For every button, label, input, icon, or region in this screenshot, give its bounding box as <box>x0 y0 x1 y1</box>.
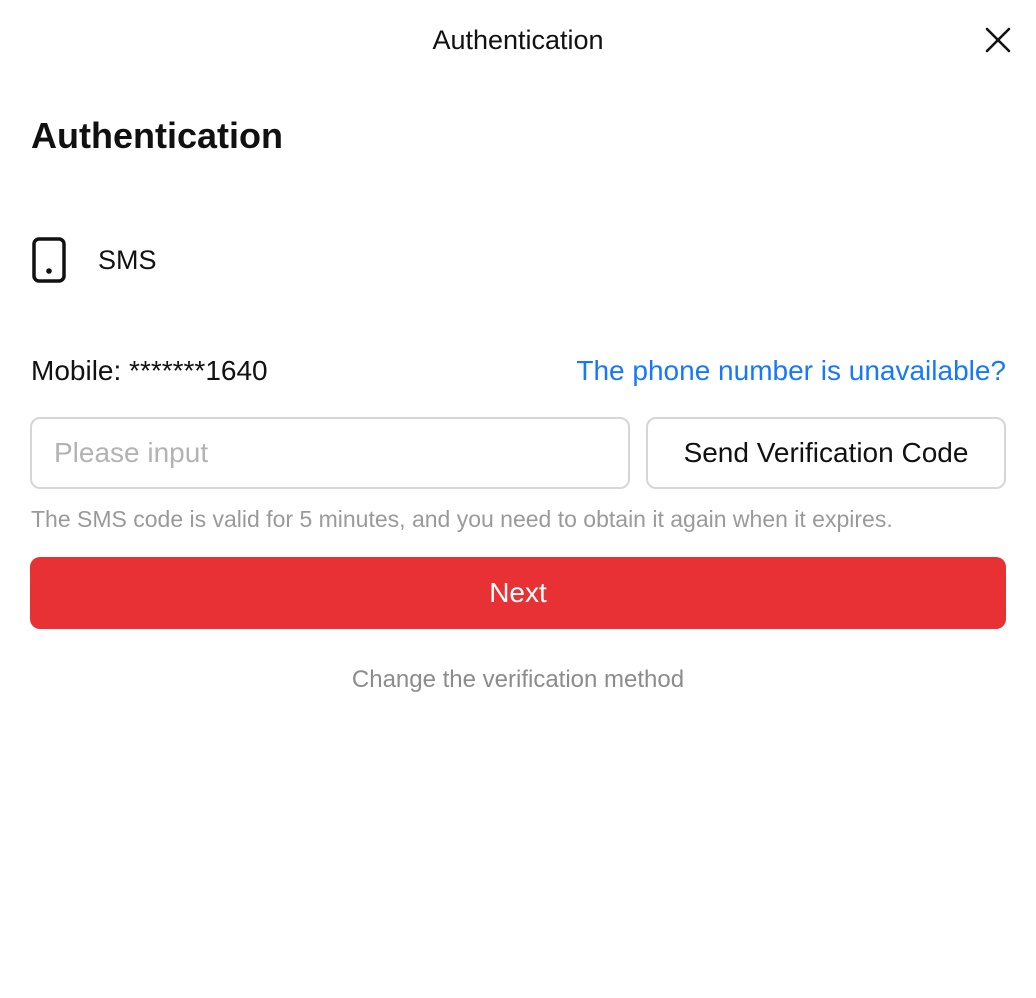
next-button[interactable]: Next <box>30 557 1006 629</box>
mobile-phone-icon <box>31 232 81 288</box>
method-label: SMS <box>98 245 157 275</box>
sms-validity-hint: The SMS code is valid for 5 minutes, and… <box>31 506 893 532</box>
verification-method-row: SMS <box>31 232 157 288</box>
close-icon[interactable] <box>985 27 1011 53</box>
change-verification-method-link[interactable]: Change the verification method <box>0 664 1036 696</box>
phone-unavailable-link[interactable]: The phone number is unavailable? <box>576 352 1006 390</box>
page-heading: Authentication <box>31 115 283 156</box>
mobile-number-label: Mobile: *******1640 <box>31 355 268 386</box>
dialog-title: Authentication <box>432 25 604 55</box>
send-verification-code-button[interactable]: Send Verification Code <box>646 417 1006 489</box>
close-button[interactable] <box>980 22 1016 58</box>
verification-code-input[interactable] <box>30 417 630 489</box>
